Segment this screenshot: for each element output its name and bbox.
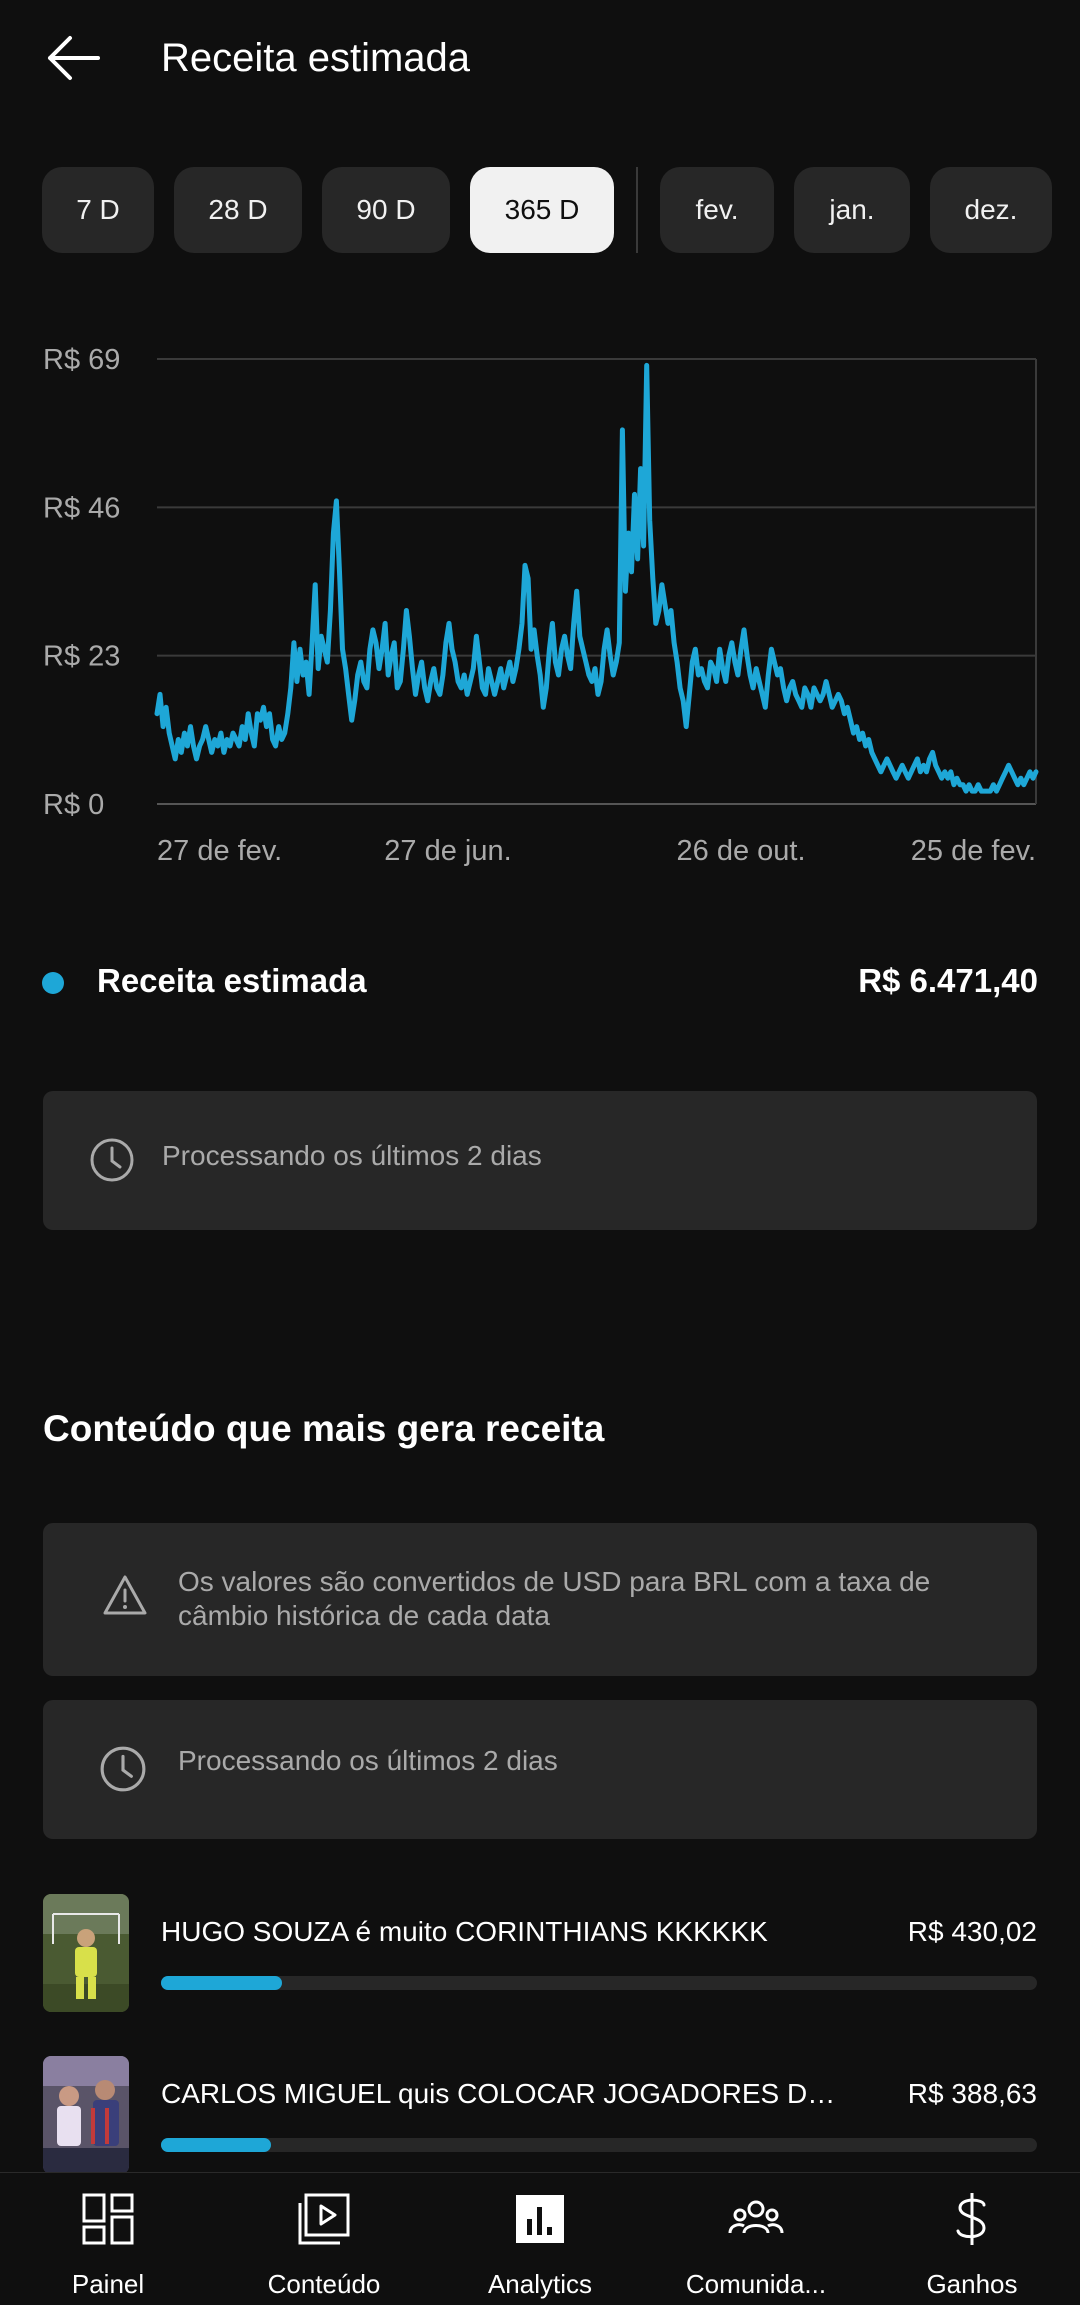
chip-365d[interactable]: 365 D <box>470 167 614 253</box>
nav-conteudo[interactable]: Conteúdo <box>216 2173 432 2305</box>
dashboard-icon <box>82 2193 134 2245</box>
clock-icon <box>100 1746 146 1792</box>
y-tick-label: R$ 23 <box>43 641 120 673</box>
conversion-text: Os valores são convertidos de USD para B… <box>178 1566 931 1631</box>
video-thumbnail <box>43 2056 129 2174</box>
revenue-share-bar <box>161 2138 1037 2152</box>
revenue-chart-svg: R$ 69 R$ 46 R$ 23 R$ 0 27 de fev. 27 de jun. 2… <box>43 344 1039 867</box>
app-root: Receita estimada 7 D 28 D 90 D 365 D fev… <box>0 0 1080 2305</box>
period-chips: 7 D 28 D 90 D 365 D fev. jan. dez. <box>42 167 1052 253</box>
nav-label: Comunida... <box>685 2269 827 2299</box>
x-tick-label: 27 de jun. <box>384 835 511 867</box>
content-row[interactable]: CARLOS MIGUEL quis COLOCAR JOGADORES DO…… <box>43 2056 1037 2176</box>
revenue-share-fill <box>161 1976 282 1990</box>
chart-legend: Receita estimada R$ 6.471,40 <box>42 958 1038 1008</box>
revenue-series-line <box>154 362 1039 794</box>
content-icon <box>298 2193 350 2245</box>
nav-comunidade[interactable]: Comunida... <box>648 2173 864 2305</box>
back-button[interactable] <box>40 28 112 88</box>
content-revenue: R$ 430,02 <box>907 1916 1037 1947</box>
clock-icon <box>90 1138 134 1182</box>
processing-card: Processando os últimos 2 dias <box>43 1091 1037 1230</box>
x-tick-label: 26 de out. <box>677 835 806 867</box>
x-tick-label: 27 de fev. <box>157 835 282 867</box>
chip-28d[interactable]: 28 D <box>174 167 302 253</box>
processing-text: Processando os últimos 2 dias <box>162 1140 542 1171</box>
x-tick-label: 25 de fev. <box>911 835 1036 867</box>
community-icon <box>728 2200 784 2234</box>
nav-label: Analytics <box>487 2269 593 2299</box>
chip-90d[interactable]: 90 D <box>322 167 450 253</box>
content-title: HUGO SOUZA é muito CORINTHIANS KKKKKK <box>161 1916 768 1947</box>
analytics-icon <box>516 2195 564 2243</box>
section-title: Conteúdo que mais gera receita <box>43 1408 605 1449</box>
conversion-notice-card: Os valores são convertidos de USD para B… <box>43 1523 1037 1676</box>
processing-card-content: Processando os últimos 2 dias <box>43 1700 1037 1839</box>
nav-label: Conteúdo <box>267 2269 381 2299</box>
nav-painel[interactable]: Painel <box>0 2173 216 2305</box>
revenue-share-fill <box>161 2138 271 2152</box>
content-title: CARLOS MIGUEL quis COLOCAR JOGADORES DO… <box>161 2078 851 2109</box>
chip-month-fev[interactable]: fev. <box>660 167 774 253</box>
y-tick-label: R$ 69 <box>43 344 120 376</box>
content-revenue: R$ 388,63 <box>907 2078 1037 2109</box>
chip-7d[interactable]: 7 D <box>42 167 154 253</box>
video-thumbnail <box>43 1894 129 2012</box>
nav-label: Painel <box>71 2269 145 2299</box>
dollar-icon <box>956 2193 986 2245</box>
processing-text: Processando os últimos 2 dias <box>178 1745 558 1776</box>
nav-ganhos[interactable]: Ganhos <box>864 2173 1080 2305</box>
y-tick-label: R$ 46 <box>43 492 120 524</box>
bottom-navigation: Painel Conteúdo Analytics Comunida... Ga… <box>0 2172 1080 2305</box>
chip-divider <box>636 167 638 253</box>
revenue-share-bar <box>161 1976 1037 1990</box>
content-row[interactable]: HUGO SOUZA é muito CORINTHIANS KKKKKK R$… <box>43 1894 1037 2014</box>
revenue-chart: R$ 69 R$ 46 R$ 23 R$ 0 27 de fev. 27 de jun. 2… <box>0 320 1080 880</box>
y-tick-label: R$ 0 <box>43 789 104 821</box>
chip-month-dez[interactable]: dez. <box>930 167 1052 253</box>
legend-label: Receita estimada <box>97 962 367 999</box>
page-title: Receita estimada <box>161 36 471 80</box>
top-bar: Receita estimada <box>0 0 1080 120</box>
nav-label: Ganhos <box>926 2269 1018 2299</box>
total-revenue-value: R$ 6.471,40 <box>858 962 1038 999</box>
warning-icon <box>103 1575 147 1615</box>
chip-month-jan[interactable]: jan. <box>794 167 910 253</box>
arrow-left-icon <box>48 36 100 80</box>
nav-analytics[interactable]: Analytics <box>432 2173 648 2305</box>
legend-dot <box>42 972 64 994</box>
